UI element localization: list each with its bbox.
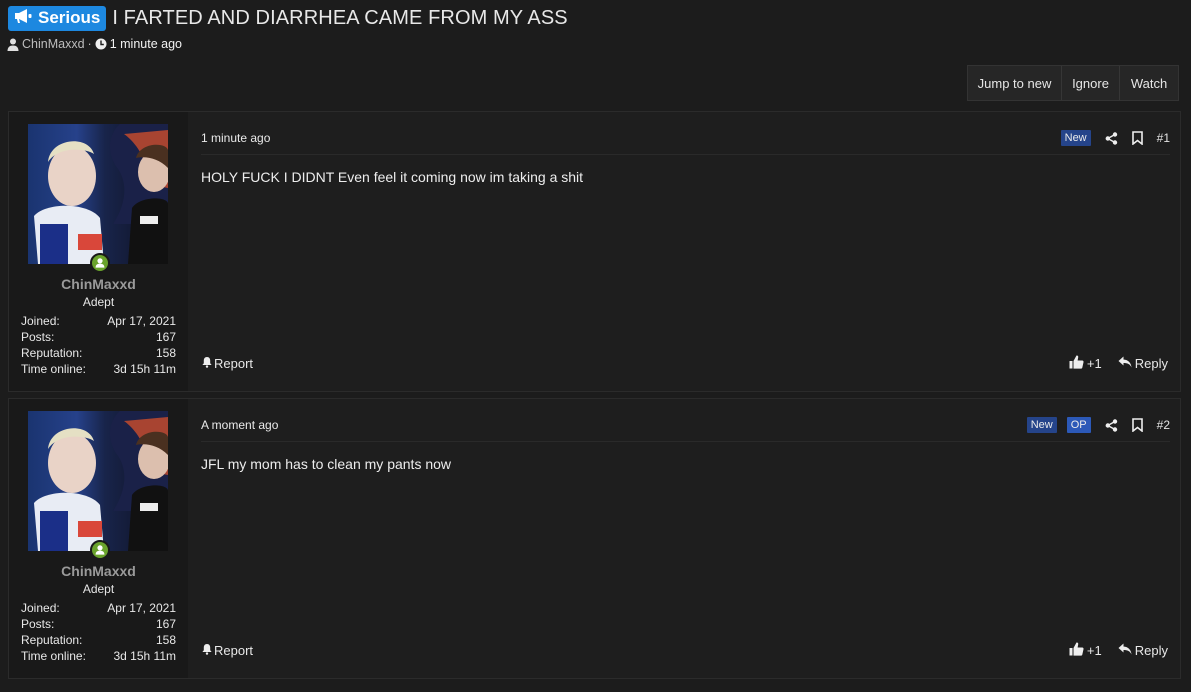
post-body: HOLY FUCK I DIDNT Even feel it coming no… [201,169,584,185]
share-icon[interactable] [1105,418,1118,432]
report-label: Report [214,642,254,658]
username[interactable]: ChinMaxxd [9,276,188,292]
thread-time: 1 minute ago [109,37,182,51]
thread-title: I FARTED AND DIARRHEA CAME FROM MY ASS [112,6,568,29]
report-button[interactable]: Report [201,643,253,658]
report-button[interactable]: Report [201,356,253,371]
avatar[interactable] [28,411,168,551]
bookmark-icon[interactable] [1131,131,1143,145]
megaphone-icon [13,8,33,29]
like-count: +1 [1086,355,1102,371]
post-body: JFL my mom has to clean my pants now [201,456,452,472]
thread-action-bar: Jump to new Ignore Watch [967,65,1179,101]
stat-posts: Posts: 167 [21,617,176,631]
bell-icon [201,356,213,371]
like-button[interactable]: +1 [1069,355,1102,372]
user-stats: Joined: Apr 17, 2021 Posts: 167 Reputation… [21,313,176,377]
user-stats: Joined: Apr 17, 2021 Posts: 167 Reputation… [21,600,176,664]
user-icon [7,38,19,51]
thumbs-up-icon [1069,642,1084,659]
reply-icon [1118,643,1132,658]
post-arrow [188,126,196,142]
prefix-label[interactable]: Serious [8,5,107,31]
stat-time-online: Time online: 3d 15h 11m [21,649,176,663]
post-number[interactable]: #2 [1157,418,1170,432]
user-title: Adept [82,295,115,309]
reply-button[interactable]: Reply [1118,643,1168,658]
reply-icon [1118,356,1132,371]
bell-icon [201,643,213,658]
user-title: Adept [82,582,115,596]
new-badge: New [1026,417,1057,433]
post-arrow [188,413,196,429]
post-2: ChinMaxxd Adept Joined: Apr 17, 2021 Post… [8,398,1181,679]
post-user-cell: ChinMaxxd Adept Joined: Apr 17, 2021 Post… [9,112,188,391]
ignore-button[interactable]: Ignore [1061,66,1119,100]
op-badge: OP [1066,417,1091,433]
clock-icon [95,38,107,50]
stat-reputation: Reputation: 158 [21,346,176,360]
prefix-text: Serious [38,8,101,27]
thread-meta: ChinMaxxd · 1 minute ago [7,37,182,51]
stat-reputation: Reputation: 158 [21,633,176,647]
post-header: 1 minute ago New #1 [201,122,1170,155]
watch-button[interactable]: Watch [1119,66,1178,100]
reply-label: Reply [1134,642,1168,658]
report-label: Report [214,355,254,371]
stat-posts: Posts: 167 [21,330,176,344]
meta-separator: · [87,37,92,51]
stat-time-online: Time online: 3d 15h 11m [21,362,176,376]
like-button[interactable]: +1 [1069,642,1102,659]
username[interactable]: ChinMaxxd [9,563,188,579]
post-user-cell: ChinMaxxd Adept Joined: Apr 17, 2021 Post… [9,399,188,678]
reply-button[interactable]: Reply [1118,356,1168,371]
post-header: A moment ago New OP #2 [201,409,1170,442]
online-status-icon [90,540,110,560]
thread-title-row: Serious I FARTED AND DIARRHEA CAME FROM … [8,5,568,31]
stat-joined: Joined: Apr 17, 2021 [21,314,176,328]
stat-joined: Joined: Apr 17, 2021 [21,601,176,615]
post-date[interactable]: 1 minute ago [201,131,270,145]
reply-label: Reply [1134,355,1168,371]
online-status-icon [90,253,110,273]
post-footer: Report +1 Reply [201,355,1168,371]
new-badge: New [1060,130,1091,146]
jump-to-new-button[interactable]: Jump to new [968,66,1061,100]
post-number[interactable]: #1 [1157,131,1170,145]
like-count: +1 [1086,642,1102,658]
avatar[interactable] [28,124,168,264]
post-footer: Report +1 Reply [201,642,1168,658]
share-icon[interactable] [1105,131,1118,145]
post-date[interactable]: A moment ago [201,418,278,432]
thread-author[interactable]: ChinMaxxd [22,37,85,51]
thumbs-up-icon [1069,355,1084,372]
bookmark-icon[interactable] [1131,418,1143,432]
post-1: ChinMaxxd Adept Joined: Apr 17, 2021 Post… [8,111,1181,392]
